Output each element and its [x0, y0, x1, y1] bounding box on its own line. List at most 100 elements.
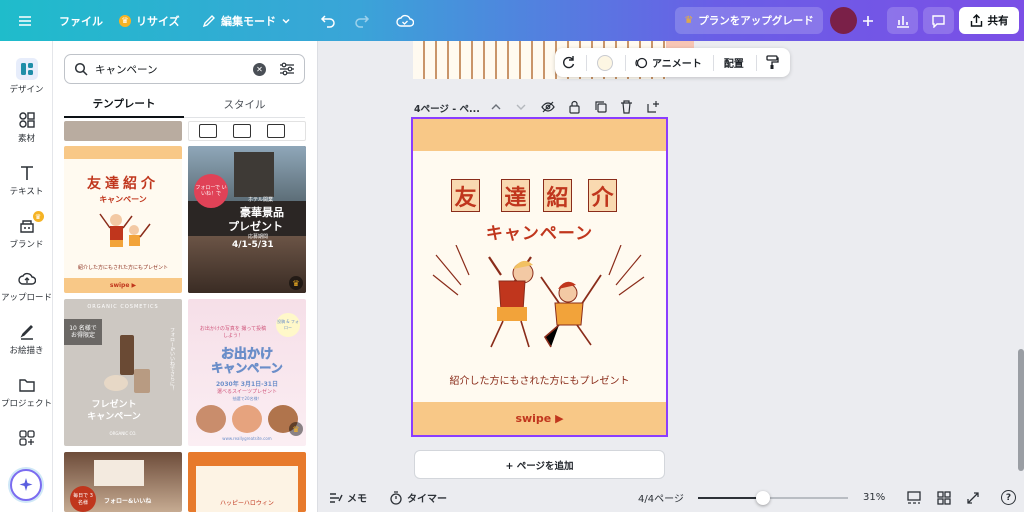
redo-icon — [355, 14, 370, 28]
thumb-badge: 毎日で 3 名様 — [70, 486, 96, 512]
bottom-toolbar: メモ タイマー 4/4ページ 31% ? — [318, 483, 1024, 512]
chevron-up-icon[interactable] — [490, 101, 502, 113]
add-collaborator-button[interactable] — [857, 7, 879, 34]
insights-button[interactable] — [887, 7, 918, 34]
add-page-button[interactable]: + ページを追加 — [414, 450, 665, 479]
template-thumb-outing-campaign[interactable]: 投稿 & フォロー お出かけの写真を 撮って投稿しよう！ お出かけ キャンペーン… — [188, 299, 306, 446]
add-page-icon[interactable] — [646, 100, 660, 114]
thumb-date: 2030年 3月1日-31日 — [216, 381, 278, 388]
template-thumb-organic-cosmetics[interactable]: ORGANIC COSMETICS 10 名様で お得限定 フォロー&いいねでさ… — [64, 299, 182, 446]
top-toolbar: ファイル ♛ リサイズ 編集モード ♛ プランをアップグレード 共有 — [0, 0, 1024, 41]
template-thumb-friend-referral[interactable]: 友達紹介 キャンペーン 紹介した方にもされた方にもプレゼント swipe ▶ — [64, 146, 182, 293]
dancing-people-illustration[interactable] — [431, 245, 648, 355]
rail-item-apps[interactable] — [0, 429, 53, 447]
grid-view-icon[interactable] — [937, 490, 951, 505]
clear-search-icon[interactable]: ✕ — [253, 62, 266, 76]
thumb-brand: ORGANIC COSMETICS — [87, 304, 159, 310]
tab-styles[interactable]: スタイル — [184, 91, 305, 118]
filter-icon[interactable] — [279, 62, 295, 76]
edit-mode-dropdown[interactable]: 編集モード — [202, 0, 291, 41]
template-thumb-partial-right[interactable] — [188, 121, 306, 141]
zoom-slider[interactable] — [698, 491, 848, 505]
crown-icon: ♛ — [289, 422, 303, 436]
divider — [625, 54, 626, 71]
rail-item-brand[interactable]: ♛ ブランド — [0, 211, 53, 250]
thumb-head: ホテル開業 — [248, 197, 274, 203]
color-swatch[interactable] — [597, 54, 613, 71]
thumb-date: 4/1-5/31 — [232, 240, 274, 250]
rail-item-upload[interactable]: アップロード — [0, 270, 53, 303]
search-input[interactable] — [95, 63, 245, 75]
animate-button[interactable]: アニメート — [634, 55, 702, 70]
file-menu[interactable]: ファイル — [59, 0, 103, 41]
zoom-slider-handle[interactable] — [756, 491, 770, 505]
avatar[interactable] — [830, 7, 857, 34]
title-char-box[interactable]: 達 — [501, 179, 530, 212]
cloud-save-icon[interactable] — [396, 0, 414, 41]
redo-button[interactable] — [354, 0, 370, 41]
template-thumb-partial-left[interactable] — [64, 121, 182, 141]
top-band[interactable] — [413, 119, 666, 151]
page-count[interactable]: 4/4ページ — [638, 490, 684, 505]
thumb-note: 応募期間 — [248, 234, 269, 240]
upload-icon — [17, 272, 36, 285]
design-page[interactable]: 友 達 紹 介 キャンペーン 紹介した方にもされた方にもプレゼント swipe … — [411, 117, 668, 437]
chevron-down-icon — [282, 18, 290, 24]
crown-icon: ♛ — [289, 276, 303, 290]
template-panel: ✕ テンプレート スタイル 友達紹介 キャンペーン 紹介した方にもされた方にもプ… — [53, 41, 318, 512]
prize-caption[interactable]: 紹介した方にもされた方にもプレゼント — [413, 372, 666, 387]
draw-icon — [19, 325, 33, 340]
arrange-button[interactable]: 配置 — [724, 55, 744, 70]
lock-icon[interactable] — [568, 100, 581, 114]
page-view-icon[interactable] — [907, 490, 921, 505]
thumb-note: 抽選で20名様！ — [232, 396, 262, 401]
hide-icon[interactable] — [541, 100, 555, 114]
title-char-box[interactable]: 介 — [588, 179, 617, 212]
duplicate-icon[interactable] — [594, 100, 608, 114]
notes-button[interactable]: メモ — [329, 490, 367, 505]
help-icon[interactable]: ? — [1001, 490, 1016, 505]
paint-roller-icon[interactable] — [765, 55, 779, 70]
search-box[interactable]: ✕ — [64, 54, 305, 84]
animate-icon — [635, 57, 648, 68]
resize-button[interactable]: ♛ リサイズ — [119, 0, 180, 41]
folder-icon — [18, 379, 35, 392]
comment-button[interactable] — [923, 7, 954, 34]
share-button[interactable]: 共有 — [959, 7, 1019, 34]
title-char-box[interactable]: 友 — [451, 179, 480, 212]
chevron-down-icon[interactable] — [515, 101, 527, 113]
timer-button[interactable]: タイマー — [389, 490, 447, 505]
rail-item-text[interactable]: テキスト — [0, 164, 53, 197]
undo-button[interactable] — [320, 0, 336, 41]
fullscreen-icon[interactable] — [966, 491, 980, 505]
sparkle-icon — [19, 478, 33, 491]
thumb-url: www.reallygreatsite.com — [222, 436, 272, 441]
canvas-scrollbar[interactable] — [1018, 349, 1024, 471]
crown-icon: ♛ — [684, 15, 694, 26]
rail-item-design[interactable]: デザイン — [0, 58, 53, 95]
title-char-box[interactable]: 紹 — [543, 179, 572, 212]
rail-item-projects[interactable]: プロジェクト — [0, 376, 53, 409]
tab-templates[interactable]: テンプレート — [64, 91, 184, 118]
upgrade-button[interactable]: ♛ プランをアップグレード — [675, 7, 823, 34]
template-thumb-hotel-prize[interactable]: フォローで いいね！で ホテル開業 豪華景品 プレゼント 応募期間 4/1-5/… — [188, 146, 306, 293]
rail-item-elements[interactable]: 素材 — [0, 111, 53, 144]
rail-item-draw[interactable]: お絵描き — [0, 323, 53, 356]
campaign-subtitle[interactable]: キャンペーン — [413, 219, 666, 244]
elements-icon — [18, 112, 35, 128]
thumb-lead: お出かけの写真を 撮って投稿しよう！ — [199, 326, 267, 339]
template-thumb-halloween[interactable]: ハッピーハロウィン — [188, 452, 306, 512]
thumb-tag: 投稿 & フォロー — [276, 313, 300, 337]
template-thumb-interior[interactable]: 毎日で 3 名様 フォロー&いいね — [64, 452, 182, 512]
delete-icon[interactable] — [620, 100, 633, 114]
brand-icon — [19, 220, 34, 233]
zoom-slider-fill — [698, 497, 763, 499]
page-title[interactable]: 4ページ - ペ... — [414, 101, 480, 115]
magic-assistant-button[interactable] — [10, 469, 42, 501]
zoom-level[interactable]: 31% — [863, 492, 885, 503]
thumb-subtitle: キャンペーン — [99, 195, 147, 204]
swipe-band[interactable]: swipe ▶ — [413, 402, 666, 435]
menu-icon[interactable] — [18, 0, 32, 41]
replace-icon[interactable] — [561, 55, 576, 70]
crown-icon: ♛ — [32, 211, 44, 222]
